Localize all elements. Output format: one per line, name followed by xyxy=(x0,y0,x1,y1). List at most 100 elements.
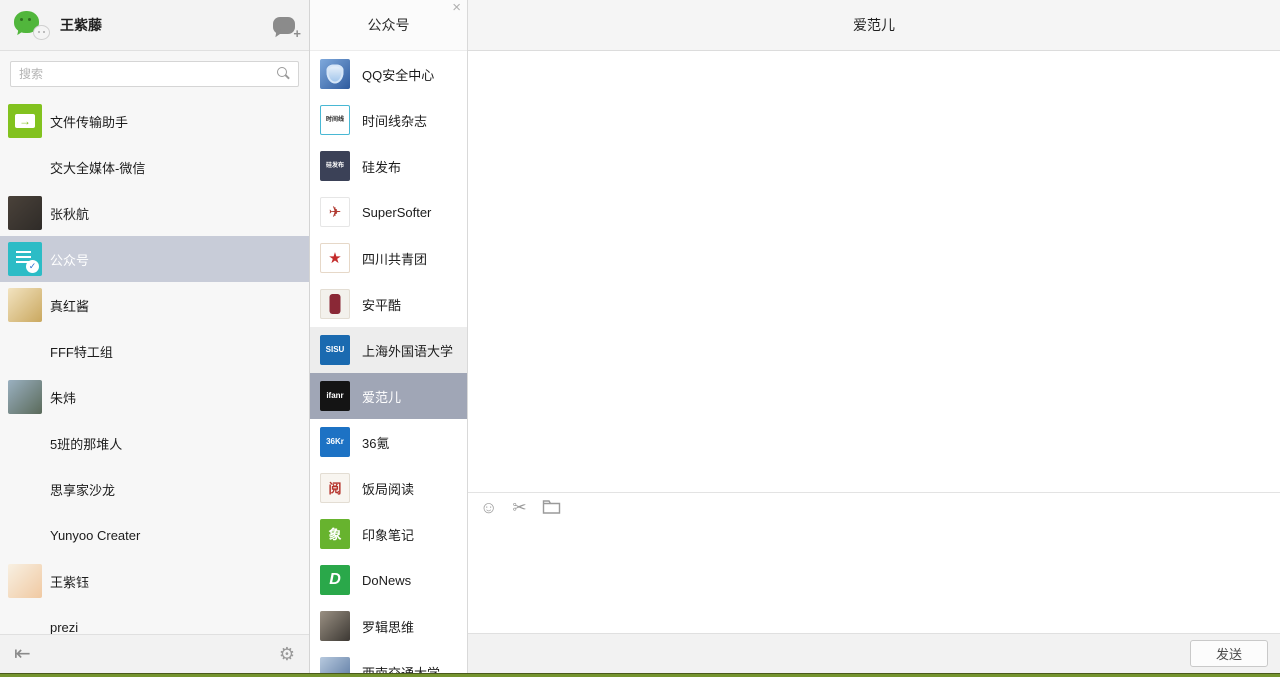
ifanr-icon: ifanr xyxy=(320,381,350,411)
chat-list-item[interactable]: 张秋航 xyxy=(0,190,309,236)
sisu-icon: SISU xyxy=(320,335,350,365)
chat-list-label: FFF特工组 xyxy=(50,342,113,361)
chat-list-label: 真红酱 xyxy=(50,296,89,315)
chat-list-label: 5班的那堆人 xyxy=(50,434,122,453)
account-list-label: 安平酷 xyxy=(362,295,401,314)
close-icon[interactable]: × xyxy=(452,0,461,16)
account-list-item[interactable]: ✈SuperSofter xyxy=(310,189,467,235)
chat-list-item[interactable]: FFF特工组 xyxy=(0,328,309,374)
account-list-item[interactable]: ★四川共青团 xyxy=(310,235,467,281)
accounts-panel-header: 公众号 × xyxy=(310,0,467,51)
accounts-list: QQ安全中心时间线时间线杂志硅发布硅发布✈SuperSofter★四川共青团安平… xyxy=(310,51,467,673)
class5-group-avatar xyxy=(8,426,42,460)
current-user-name: 王紫藤 xyxy=(60,15,273,35)
screenshot-scissors-icon[interactable]: ✂ xyxy=(512,499,526,516)
chat-list-item[interactable]: 真红酱 xyxy=(0,282,309,328)
chat-list-item[interactable]: 公众号 xyxy=(0,236,309,282)
account-list-label: SuperSofter xyxy=(362,205,431,220)
account-list-label: 罗辑思维 xyxy=(362,617,414,636)
sidebar-footer: ⇤ ⚙ xyxy=(0,634,309,673)
fanju-reading-icon: 阅 xyxy=(320,473,350,503)
chat-list-label: Yunyoo Creater xyxy=(50,528,140,543)
account-list-label: DoNews xyxy=(362,573,411,588)
yunyoo-creater-avatar xyxy=(8,518,42,552)
chat-list-item[interactable]: prezi xyxy=(0,604,309,634)
chat-header: 爱范儿 xyxy=(468,0,1280,51)
swjtu-icon xyxy=(320,657,350,673)
wechat-bubble-small xyxy=(33,25,50,40)
guifabu-icon: 硅发布 xyxy=(320,151,350,181)
account-list-item[interactable]: D DoNews xyxy=(310,557,467,603)
36kr-icon: 36Kr xyxy=(320,427,350,457)
chat-list-item[interactable]: Yunyoo Creater xyxy=(0,512,309,558)
account-list-label: 时间线杂志 xyxy=(362,111,427,130)
input-toolbar: ☺ ✂ xyxy=(468,492,1280,521)
search-input[interactable] xyxy=(10,61,299,87)
account-list-item[interactable]: 时间线时间线杂志 xyxy=(310,97,467,143)
chat-list-label: 思享家沙龙 xyxy=(50,480,115,499)
qq-security-center-icon xyxy=(320,59,350,89)
account-list-label: QQ安全中心 xyxy=(362,65,434,84)
account-list-item[interactable]: 安平酷 xyxy=(310,281,467,327)
wang-ziyu-avatar xyxy=(8,564,42,598)
account-list-label: 印象笔记 xyxy=(362,525,414,544)
accounts-panel-title: 公众号 xyxy=(310,0,467,51)
account-list-item[interactable]: 阅饭局阅读 xyxy=(310,465,467,511)
chat-list-label: 朱炜 xyxy=(50,388,76,407)
chat-list-label: 张秋航 xyxy=(50,204,89,223)
sidebar: 王紫藤 → 文件传输助手交大全媒体-微信张秋航公众号真红酱 FFF特工组朱炜 5班的那… xyxy=(0,0,310,673)
file-transfer-helper-avatar: → xyxy=(8,104,42,138)
chat-list: → 文件传输助手交大全媒体-微信张秋航公众号真红酱 FFF特工组朱炜 5班的那堆人思享… xyxy=(0,98,309,634)
new-chat-icon[interactable] xyxy=(273,17,295,34)
wechat-window: 王紫藤 →文件传输助手交大全媒体-微信张秋航公众号真红酱FFF特工组朱炜5班的那… xyxy=(0,0,1280,673)
anpingku-icon xyxy=(320,289,350,319)
send-file-folder-icon[interactable] xyxy=(542,499,561,515)
chat-list-label: 交大全媒体-微信 xyxy=(50,158,145,177)
account-list-label: 爱范儿 xyxy=(362,387,401,406)
account-list-label: 西南交通大学 xyxy=(362,663,440,674)
chat-list-label: 王紫钰 xyxy=(50,572,89,591)
account-list-item[interactable]: 36Kr36氪 xyxy=(310,419,467,465)
message-area xyxy=(468,51,1280,492)
luoji-siwei-icon xyxy=(320,611,350,641)
chat-list-item[interactable]: 5班的那堆人 xyxy=(0,420,309,466)
official-accounts-avatar xyxy=(8,242,42,276)
search-icon[interactable] xyxy=(275,66,291,82)
chat-list-item[interactable]: 朱炜 xyxy=(0,374,309,420)
emoji-icon[interactable]: ☺ xyxy=(480,499,497,516)
account-list-item[interactable]: 象印象笔记 xyxy=(310,511,467,557)
chat-title: 爱范儿 xyxy=(468,0,1280,51)
evernote-icon: 象 xyxy=(320,519,350,549)
account-list-item[interactable]: 罗辑思维 xyxy=(310,603,467,649)
account-list-item[interactable]: SISU 上海外国语大学 xyxy=(310,327,467,373)
collapse-sidebar-icon[interactable]: ⇤ xyxy=(14,644,31,664)
timeline-magazine-icon: 时间线 xyxy=(320,105,350,135)
chat-list-item[interactable]: → 文件传输助手 xyxy=(0,98,309,144)
fff-team-avatar xyxy=(8,334,42,368)
chat-list-item[interactable]: 思享家沙龙 xyxy=(0,466,309,512)
settings-gear-icon[interactable]: ⚙ xyxy=(279,645,295,663)
account-list-item[interactable]: QQ安全中心 xyxy=(310,51,467,97)
chat-list-label: 公众号 xyxy=(50,250,89,269)
account-list-label: 上海外国语大学 xyxy=(362,341,453,360)
donews-icon: D xyxy=(320,565,350,595)
chat-list-item[interactable]: 王紫钰 xyxy=(0,558,309,604)
search-area xyxy=(0,51,309,98)
send-button[interactable]: 发送 xyxy=(1190,640,1268,667)
account-list-item[interactable]: 西南交通大学 xyxy=(310,649,467,673)
wechat-logo-icon xyxy=(14,10,50,40)
account-list-item[interactable]: 硅发布硅发布 xyxy=(310,143,467,189)
chat-list-label: 文件传输助手 xyxy=(50,112,128,131)
chat-list-item[interactable]: 交大全媒体-微信 xyxy=(0,144,309,190)
zhang-qiuhang-avatar xyxy=(8,196,42,230)
prezi-group-avatar xyxy=(8,610,42,634)
message-input-area[interactable] xyxy=(468,521,1280,633)
zhenhong-jiang-avatar xyxy=(8,288,42,322)
sidebar-header: 王紫藤 xyxy=(0,0,309,51)
desktop-edge-strip xyxy=(0,673,1280,677)
account-list-label: 饭局阅读 xyxy=(362,479,414,498)
account-list-item[interactable]: ifanr 爱范儿 xyxy=(310,373,467,419)
official-accounts-panel: 公众号 × QQ安全中心时间线时间线杂志硅发布硅发布✈SuperSofter★四… xyxy=(310,0,468,673)
sichuan-youth-league-icon: ★ xyxy=(320,243,350,273)
chat-list-label: prezi xyxy=(50,620,78,635)
